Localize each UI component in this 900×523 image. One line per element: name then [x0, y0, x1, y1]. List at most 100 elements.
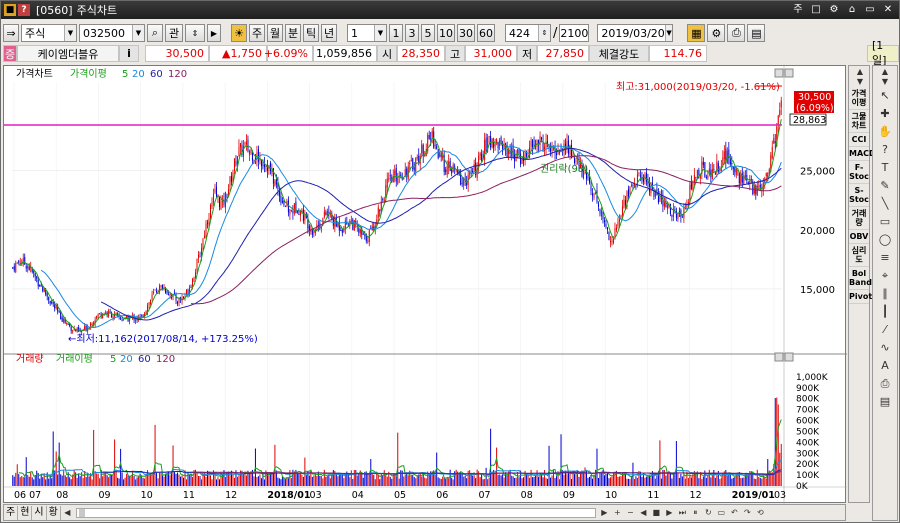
win-button-0[interactable]: 주	[791, 3, 805, 16]
indicator-0[interactable]: 가격이평	[849, 87, 869, 110]
print-icon[interactable]: ⎙	[727, 24, 746, 42]
count-input[interactable]: 424 ⇕	[505, 24, 551, 42]
tools-scroll-up-icon[interactable]: ▲	[874, 67, 896, 76]
stop-icon[interactable]: ■	[650, 506, 663, 519]
refresh-icon[interactable]: ↻	[702, 506, 715, 519]
indicator-2[interactable]: CCI	[849, 133, 869, 147]
pause-icon[interactable]: ⏸	[689, 506, 702, 519]
indicator-7[interactable]: OBV	[849, 230, 869, 244]
win-button-4[interactable]: ▭	[863, 3, 877, 16]
indicator-5[interactable]: S-Stoc	[849, 184, 869, 207]
link-icon[interactable]: ⇒	[3, 24, 19, 42]
interval-select[interactable]: 1 ▼	[347, 24, 387, 42]
indicator-1[interactable]: 그물차트	[849, 110, 869, 133]
date-select[interactable]: 2019/03/20 ▼	[597, 24, 674, 42]
next-icon[interactable]: ▶	[663, 506, 676, 519]
minute-10[interactable]: 10	[437, 24, 455, 42]
volume-panel-close-button[interactable]	[784, 352, 794, 362]
tools-scroll-down-icon[interactable]: ▼	[874, 77, 896, 86]
updown-spinner[interactable]: ⇕	[185, 24, 205, 42]
rectangle-icon[interactable]: ▭	[874, 213, 896, 230]
win-button-2[interactable]: ⚙	[827, 3, 841, 16]
question-icon[interactable]: ?	[874, 141, 896, 158]
bottom-tab-1[interactable]: 현	[18, 505, 33, 520]
win-button-3[interactable]: ⌂	[845, 3, 859, 16]
indicator-9[interactable]: Bol Band	[849, 267, 872, 290]
minute-5[interactable]: 5	[421, 24, 435, 42]
grid-setting-icon[interactable]: ⚙	[707, 24, 726, 42]
pen-icon[interactable]: ✎	[874, 177, 896, 194]
zoom-in-icon[interactable]: +	[611, 506, 624, 519]
volume-bar	[425, 478, 427, 486]
code-input[interactable]: 032500 ▼	[79, 24, 145, 42]
line-icon[interactable]: ╲	[874, 195, 896, 212]
wave-icon[interactable]: ∿	[874, 339, 896, 356]
volume-panel-min-button[interactable]	[774, 352, 784, 362]
redo-icon[interactable]: ↷	[741, 506, 754, 519]
crosshair-icon[interactable]: ✚	[874, 105, 896, 122]
gann-icon[interactable]: ⌖	[874, 267, 896, 284]
text-icon[interactable]: T	[874, 159, 896, 176]
win-close-button[interactable]: ✕	[881, 3, 895, 16]
indicator-10[interactable]: Pivot	[849, 290, 872, 304]
candle-icon[interactable]: ┃	[874, 303, 896, 320]
period-week[interactable]: 주	[249, 24, 265, 42]
app-icon: ■	[4, 4, 16, 16]
fibo-icon[interactable]: ≡	[874, 249, 896, 266]
minute-1[interactable]: 1	[389, 24, 403, 42]
gwan-button[interactable]: 관	[165, 24, 183, 42]
scroll-right-icon[interactable]: ▶	[598, 506, 611, 519]
info-button[interactable]: i	[119, 45, 139, 62]
hand-icon[interactable]: ✋	[874, 123, 896, 140]
fast-forward-icon[interactable]: ⏭	[676, 506, 689, 519]
reset-icon[interactable]: ⟲	[754, 506, 767, 519]
zoom-out-icon[interactable]: −	[624, 506, 637, 519]
indicator-8[interactable]: 심리도	[849, 244, 869, 267]
minute-60[interactable]: 60	[477, 24, 495, 42]
search-button[interactable]: ⌕	[147, 24, 163, 42]
chart-area[interactable]: 25,000 20,000 15,000 1,000K 900K 800K 700K 600K…	[3, 65, 847, 504]
chart-setting-icon[interactable]: ▦	[687, 24, 706, 42]
period-year[interactable]: 년	[321, 24, 337, 42]
channel-icon[interactable]: ∥	[874, 285, 896, 302]
minute-3[interactable]: 3	[405, 24, 419, 42]
volume-axis-tick: 900K	[796, 384, 820, 394]
win-button-1[interactable]: □	[809, 3, 823, 16]
indicator-6[interactable]: 거래량	[849, 207, 869, 230]
period-minute[interactable]: 분	[285, 24, 301, 42]
total-count-field[interactable]: 2100	[559, 24, 590, 42]
help-icon[interactable]: ?	[18, 4, 30, 16]
chart-scrollbar[interactable]	[75, 507, 596, 518]
auto-icon[interactable]: A	[874, 357, 896, 374]
layout-icon[interactable]: ▭	[715, 506, 728, 519]
volume-bar	[299, 472, 301, 486]
market-select[interactable]: 주식 ▼	[21, 24, 77, 42]
price-panel-close-button[interactable]	[784, 68, 794, 78]
candlestick-chart[interactable]: 25,00020,00015,0001,000K900K800K700K600K…	[4, 66, 847, 504]
prev-icon[interactable]: ◀	[637, 506, 650, 519]
cursor-icon[interactable]: ↖	[874, 87, 896, 104]
day-period-button[interactable]: ☀	[231, 24, 247, 42]
scrollbar-thumb[interactable]	[78, 508, 85, 517]
bottom-tab-3[interactable]: 황	[47, 505, 61, 520]
bottom-tab-2[interactable]: 시	[32, 505, 47, 520]
spin-right-icon[interactable]: ▶	[207, 24, 221, 42]
trend-icon[interactable]: ⁄	[874, 321, 896, 338]
period-month[interactable]: 월	[267, 24, 283, 42]
scroll-left-icon[interactable]: ◀	[61, 506, 74, 519]
indicator-4[interactable]: F-Stoc	[849, 161, 869, 184]
save-icon[interactable]: ▤	[874, 393, 896, 410]
bottom-tab-0[interactable]: 주	[4, 505, 19, 520]
scroll-up-icon[interactable]: ▲	[849, 67, 871, 76]
table-icon[interactable]: ▤	[747, 24, 766, 42]
period-tick[interactable]: 틱	[303, 24, 319, 42]
scroll-down-icon[interactable]: ▼	[849, 77, 871, 86]
undo-icon[interactable]: ↶	[728, 506, 741, 519]
indicator-3[interactable]: MACD	[849, 147, 876, 161]
minute-30[interactable]: 30	[457, 24, 475, 42]
volume-bar	[233, 477, 235, 486]
ellipse-icon[interactable]: ◯	[874, 231, 896, 248]
price-panel-min-button[interactable]	[774, 68, 784, 78]
print-icon[interactable]: ⎙	[874, 375, 896, 392]
candle-body	[539, 135, 541, 145]
